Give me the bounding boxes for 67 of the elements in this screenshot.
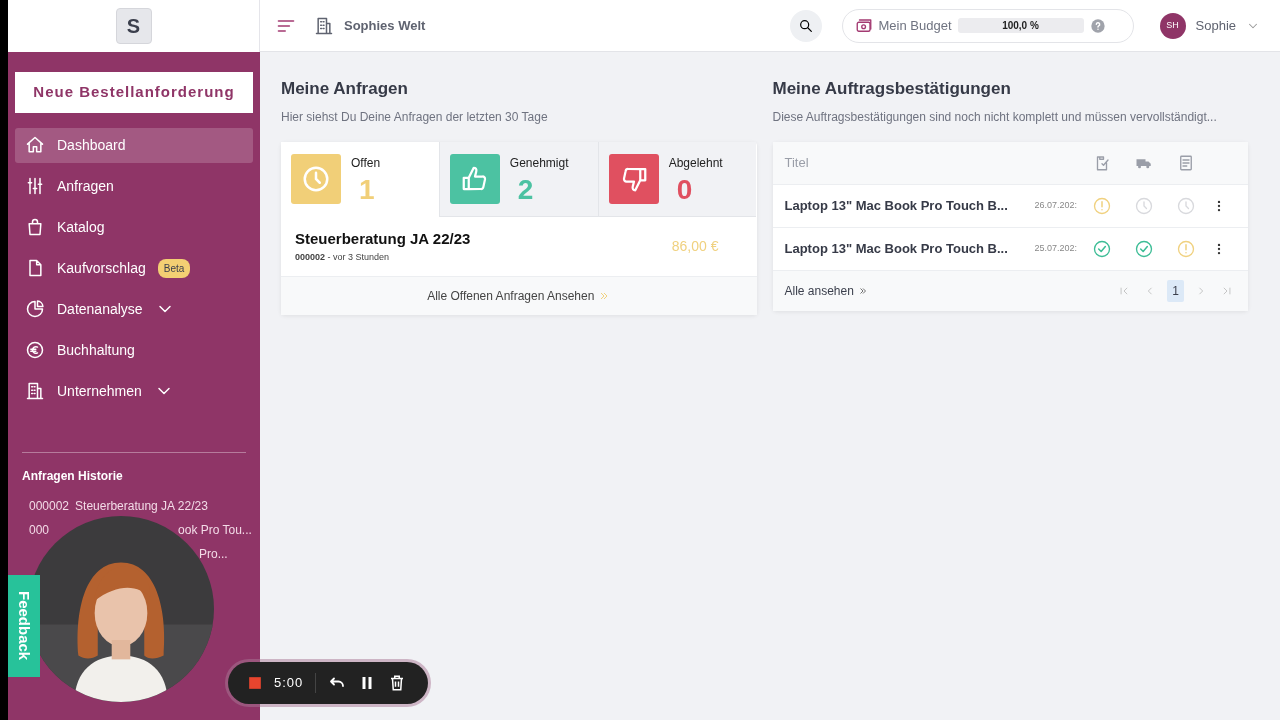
status-tab[interactable]: Genehmigt 2 (438, 141, 598, 217)
nav-label: Unternehmen (57, 381, 142, 401)
view-all-link[interactable]: Alle Offenen Anfragen Ansehen (281, 276, 757, 315)
view-all-link[interactable]: Alle ansehen (784, 281, 868, 300)
wallet-icon (854, 16, 873, 35)
history-number[interactable]: 000002 (29, 496, 70, 513)
nav-item[interactable]: Unternehmen (15, 373, 253, 409)
building-icon (25, 381, 45, 401)
nav-item[interactable]: Katalog (15, 209, 253, 245)
user-avatar[interactable]: SH (1159, 12, 1186, 39)
bag-icon (25, 217, 45, 237)
request-meta: 000002 - vor 3 Stunden (295, 250, 391, 264)
section-title: Meine Auftragsbestätigungen (772, 78, 1012, 100)
column-header: Titel (784, 153, 810, 172)
tab-label: Offen (351, 154, 381, 172)
section-title: Meine Anfragen (281, 78, 409, 100)
section-subtitle: Diese Auftragsbestätigungen sind noch nicht komplett und müssen vervollständigt... (772, 108, 1218, 126)
row-date: 25.07.202: (1034, 241, 1079, 255)
home-icon (25, 135, 45, 155)
tab-count: 2 (516, 175, 535, 204)
tab-count: 0 (675, 175, 694, 204)
page-button[interactable]: 1 (1167, 279, 1184, 302)
new-request-button[interactable]: Neue Bestellanforderung (15, 72, 253, 113)
nav-label: Dashboard (57, 135, 126, 155)
history-number[interactable]: 000 (29, 520, 50, 537)
nav-label: Kaufvorschlag (57, 258, 146, 278)
history-title-link[interactable]: Pro... (199, 544, 228, 561)
row-date: 26.07.202: (1034, 198, 1079, 212)
row-title[interactable]: Laptop 13" Mac Book Pro Touch B... (784, 238, 1035, 259)
double-chevron-icon (857, 285, 868, 296)
beta-badge: Beta (157, 258, 191, 278)
user-name[interactable]: Sophie (1195, 15, 1236, 36)
status-tab[interactable]: Offen 1 (281, 141, 439, 217)
nav-item[interactable]: Anfragen (15, 168, 253, 204)
search-icon (797, 17, 814, 34)
status-tab[interactable]: Abgelehnt 0 (597, 141, 757, 217)
stop-button[interactable] (248, 676, 262, 690)
nav-label: Buchhaltung (57, 340, 135, 360)
euro-icon (25, 340, 45, 360)
logo[interactable]: S (115, 8, 152, 44)
tab-count: 1 (358, 175, 376, 204)
request-amount: 86,00 € (671, 236, 719, 256)
nav-item[interactable]: Buchhaltung (15, 332, 253, 368)
stop-icon (248, 676, 262, 690)
history-title-link[interactable]: ook Pro Tou... (178, 520, 252, 537)
history-title-link[interactable]: Steuerberatung JA 22/23 (75, 496, 208, 513)
nav-label: Anfragen (57, 176, 114, 196)
budget-label: Mein Budget (878, 16, 952, 35)
history-title: Anfragen Historie (22, 467, 124, 485)
request-title[interactable]: Steuerberatung JA 22/23 (295, 228, 471, 251)
pie-chart-icon (25, 299, 45, 319)
help-icon[interactable] (1089, 17, 1106, 34)
recording-time: 5:00 (274, 673, 317, 693)
budget-reading: 100,0 % (1001, 19, 1040, 33)
search-button[interactable] (789, 9, 822, 42)
nav-label: Katalog (57, 217, 105, 237)
tab-label: Genehmigt (509, 154, 569, 172)
section-subtitle: Hier siehst Du Deine Anfragen der letzten 30 Tage (281, 108, 549, 126)
sliders-icon (25, 176, 45, 196)
tab-label: Abgelehnt (668, 154, 723, 172)
nav-item[interactable]: Dashboard (15, 127, 253, 163)
nav-item[interactable]: Kaufvorschlag Beta (15, 250, 253, 286)
nav-item[interactable]: Datenanalyse (15, 291, 253, 327)
nav-label: Datenanalyse (57, 299, 143, 319)
row-title[interactable]: Laptop 13" Mac Book Pro Touch B... (784, 195, 1035, 216)
company-name: Sophies Welt (344, 16, 426, 35)
building-icon (314, 15, 334, 36)
